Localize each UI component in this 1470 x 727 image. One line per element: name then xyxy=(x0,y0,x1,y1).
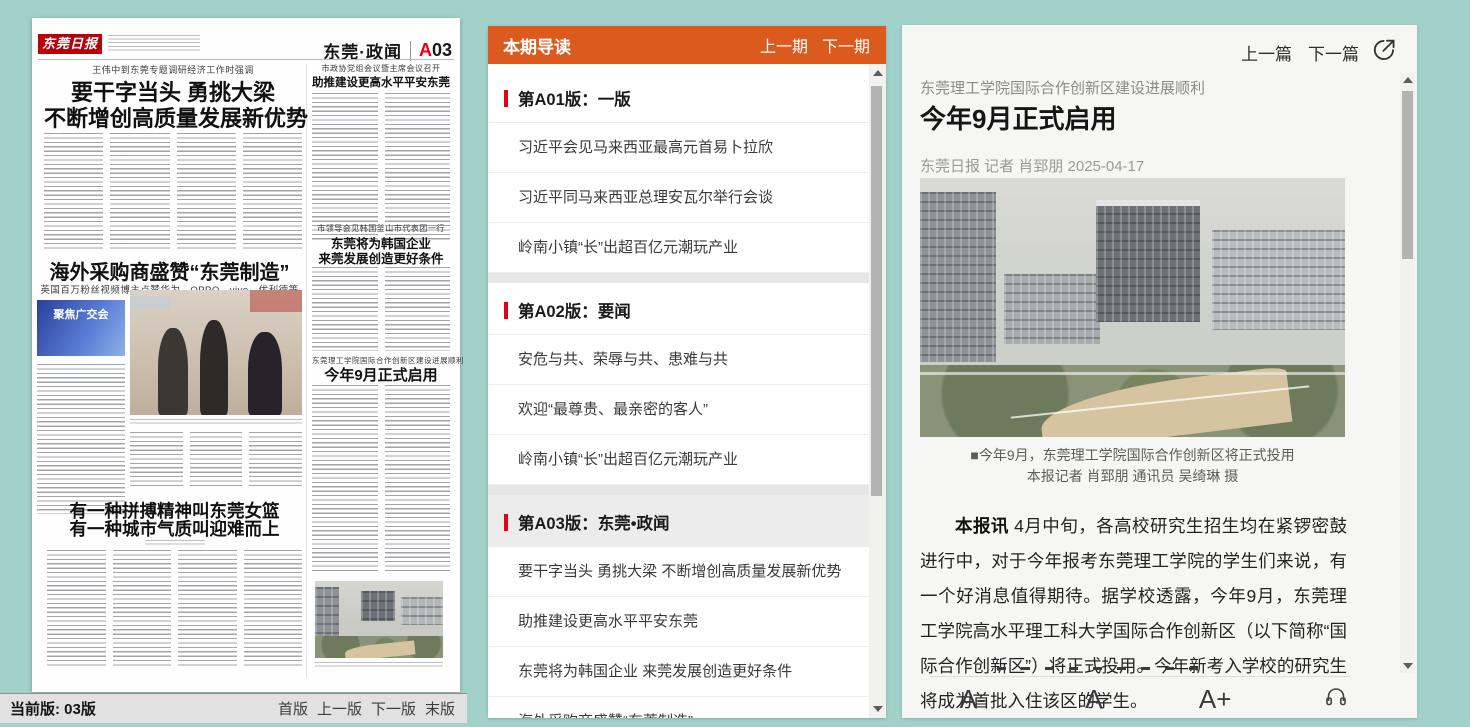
newsprint-text-columns xyxy=(312,385,450,573)
font-normal-button[interactable]: A xyxy=(1033,680,1154,718)
campus-photo-small xyxy=(315,581,443,658)
next-article-link[interactable]: 下一篇 xyxy=(1308,40,1359,65)
credit-line xyxy=(145,540,205,545)
toc-article-link[interactable]: 习近平会见马来西亚最高元首易卜拉欣 xyxy=(488,123,869,173)
peace-headline: 助推建设更高水平平安东莞 xyxy=(312,74,450,90)
newspaper-logo: 东莞日报 xyxy=(38,34,102,54)
listen-button[interactable] xyxy=(1276,680,1397,718)
toc-section-a01[interactable]: 第A01版：一版 xyxy=(488,64,869,123)
lead-headline-2: 不断增创高质量发展新优势 xyxy=(44,101,302,133)
campus-headline: 今年9月正式启用 xyxy=(312,364,450,385)
photo-caption-line xyxy=(130,419,302,426)
article-reader-panel: 上一篇 下一篇 东莞理工学院国际合作创新区建设进展顺利 今年9月正式启用 东莞日… xyxy=(902,25,1417,718)
buyers-headline: 海外采购商盛赞“东莞制造” xyxy=(37,256,302,285)
scroll-up-icon[interactable] xyxy=(1400,73,1415,87)
headphones-icon xyxy=(1324,684,1348,715)
current-edition-label: 当前版: 03版 xyxy=(10,698,96,719)
newsprint-text-columns xyxy=(130,432,302,488)
toc-article-link[interactable]: 助推建设更高水平平安东莞 xyxy=(488,597,869,647)
share-icon[interactable] xyxy=(1371,37,1397,68)
font-decrease-button[interactable]: A- xyxy=(912,680,1033,718)
masthead-rule xyxy=(38,59,454,60)
prev-edition-link[interactable]: 上一版 xyxy=(317,698,362,719)
korea-headline-2: 来莞发展创造更好条件 xyxy=(312,248,450,267)
issue-guide-header: 本期导读 上一期 下一期 xyxy=(488,26,886,64)
toc-article-link[interactable]: 要干字当头 勇挑大梁 不断增创高质量发展新优势 xyxy=(488,547,869,597)
article-title: 今年9月正式启用 xyxy=(920,99,1350,136)
page-letter: A xyxy=(419,40,432,60)
article-scrollbar[interactable] xyxy=(1400,73,1415,673)
next-edition-link[interactable]: 下一版 xyxy=(371,698,416,719)
issue-guide-list: 第A01版：一版 习近平会见马来西亚最高元首易卜拉欣 习近平同马来西亚总理安瓦尔… xyxy=(488,64,869,718)
column-rule xyxy=(306,64,307,678)
basketball-story: 有一种拼搏精神叫东莞女篮 有一种城市气质叫迎难而上 xyxy=(47,498,302,688)
issue-guide-title: 本期导读 xyxy=(503,33,571,58)
section-marker xyxy=(504,302,508,319)
peace-kicker: 市政协党组会议暨主席会议召开 xyxy=(312,63,450,74)
article-byline: 东莞日报 记者 肖郅朋 2025-04-17 xyxy=(920,155,1350,176)
prev-issue-link[interactable]: 上一期 xyxy=(760,33,808,57)
lead-label: 本报讯 xyxy=(955,516,1009,536)
basketball-headline-2: 有一种城市气质叫迎难而上 xyxy=(47,516,302,541)
scroll-up-icon[interactable] xyxy=(869,66,886,80)
masthead-dateline xyxy=(108,35,200,52)
toc-article-link[interactable]: 岭南小镇“长”出超百亿元潮玩产业 xyxy=(488,223,869,273)
masthead-divider xyxy=(410,41,411,61)
korea-story: 市领导会见韩国釜山市代表团一行 东莞将为韩国企业 来莞发展创造更好条件 xyxy=(312,223,450,353)
issue-guide-panel: 本期导读 上一期 下一期 第A01版：一版 习近平会见马来西亚最高元首易卜拉欣 … xyxy=(488,26,886,718)
first-edition-link[interactable]: 首版 xyxy=(278,698,308,719)
clipped-next-heading xyxy=(997,667,1207,670)
toc-section-a03-current[interactable]: 第A03版：东莞•政闻 xyxy=(488,495,869,547)
fair-promo-graphic: 聚焦广交会 xyxy=(37,300,125,356)
newspaper-page-image[interactable]: 东莞日报 东莞·政闻 A03 王伟中到东莞专题调研经济工作时强调 要干字当头 勇… xyxy=(32,18,460,692)
toc-article-link[interactable]: 安危与共、荣辱与共、患难与共 xyxy=(488,335,869,385)
prev-article-link[interactable]: 上一篇 xyxy=(1241,40,1292,65)
last-edition-link[interactable]: 末版 xyxy=(425,698,455,719)
photo-caption-line xyxy=(315,662,443,668)
newsprint-text-columns xyxy=(44,133,302,251)
toolbar-divider xyxy=(930,676,1350,677)
buyers-story: 海外采购商盛赞“东莞制造” 英国百万粉丝视频博主点赞华为、OPPO、vivo、优… xyxy=(37,256,302,492)
toc-article-link[interactable]: 欢迎“最尊贵、最亲密的客人” xyxy=(488,385,869,435)
toc-article-link[interactable]: 习近平同马来西亚总理安瓦尔举行会谈 xyxy=(488,173,869,223)
campus-story: 东莞理工学院国际合作创新区建设进展顺利 今年9月正式启用 xyxy=(312,355,450,671)
scrollbar-thumb[interactable] xyxy=(871,86,882,496)
page-number: 03 xyxy=(432,40,452,60)
trade-fair-photo xyxy=(130,290,302,415)
font-increase-button[interactable]: A+ xyxy=(1155,680,1276,718)
newsprint-text-columns xyxy=(312,267,450,351)
photo-caption-1: ■今年9月，东莞理工学院国际合作创新区将正式投用 xyxy=(920,445,1345,465)
newsprint-text-columns xyxy=(312,93,450,241)
toc-scrollbar[interactable] xyxy=(869,64,886,718)
newsprint-text-columns xyxy=(47,550,302,668)
scrollbar-thumb[interactable] xyxy=(1402,91,1413,259)
section-gap xyxy=(488,273,869,283)
photo-caption-2: 本报记者 肖郅朋 通讯员 吴绮琳 摄 xyxy=(920,466,1345,486)
section-marker xyxy=(504,514,508,531)
toc-section-a02[interactable]: 第A02版：要闻 xyxy=(488,283,869,335)
article-nav: 上一篇 下一篇 xyxy=(1241,40,1359,65)
toc-article-link[interactable]: 东莞将为韩国企业 来莞发展创造更好条件 xyxy=(488,647,869,697)
scroll-down-icon[interactable] xyxy=(869,702,886,716)
reader-toolbar: A- A A+ xyxy=(912,680,1397,718)
article-photo xyxy=(920,178,1345,437)
article-subtitle: 东莞理工学院国际合作创新区建设进展顺利 xyxy=(920,77,1350,98)
edition-footer-bar: 当前版: 03版 首版 上一版 下一版 末版 xyxy=(0,693,467,723)
toc-article-link[interactable]: 岭南小镇“长”出超百亿元潮玩产业 xyxy=(488,435,869,485)
section-marker xyxy=(504,90,508,107)
section-gap xyxy=(488,485,869,495)
toc-article-link[interactable]: 海外采购商盛赞“东莞制造” xyxy=(488,697,869,718)
newsprint-text-column xyxy=(37,364,125,514)
peace-story: 市政协党组会议暨主席会议召开 助推建设更高水平平安东莞 xyxy=(312,63,450,243)
scroll-down-icon[interactable] xyxy=(1400,659,1415,673)
next-issue-link[interactable]: 下一期 xyxy=(822,33,870,57)
lead-story: 王伟中到东莞专题调研经济工作时强调 要干字当头 勇挑大梁 不断增创高质量发展新优… xyxy=(44,63,302,253)
